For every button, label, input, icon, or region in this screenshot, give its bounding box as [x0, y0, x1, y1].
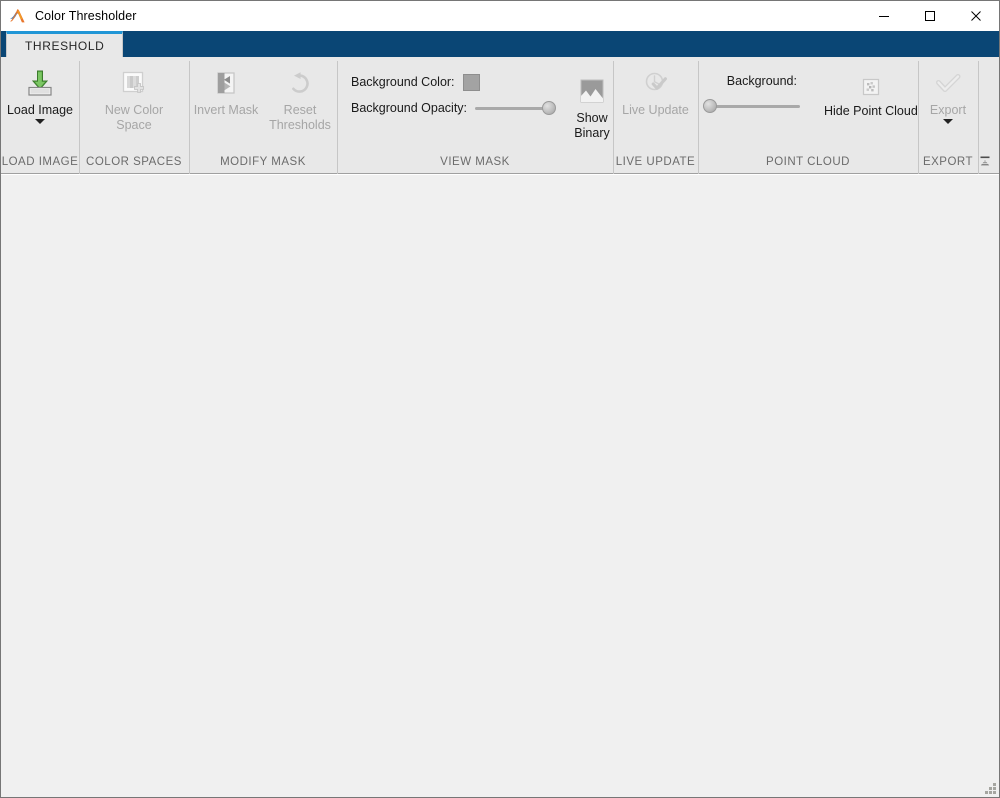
live-update-button[interactable]: Live Update — [617, 61, 695, 118]
ribbon-section-live-update: Live Update LIVE UPDATE — [613, 57, 698, 189]
resize-grip[interactable] — [983, 781, 997, 795]
new-color-space-icon — [118, 66, 150, 100]
background-opacity-row: Background Opacity: — [351, 95, 557, 121]
export-icon — [932, 66, 964, 100]
point-cloud-background-label-row: Background: — [704, 69, 820, 93]
application-window: Color Thresholder THRESHOLD Load Image L… — [0, 0, 1000, 798]
window-controls — [861, 1, 999, 31]
section-title-live-update: LIVE UPDATE — [615, 156, 696, 168]
background-color-row: Background Color: — [351, 69, 555, 95]
background-color-swatch[interactable] — [462, 73, 480, 91]
export-button[interactable]: Export — [919, 61, 977, 124]
background-opacity-slider[interactable] — [475, 100, 557, 116]
point-cloud-background-label: Background: — [726, 74, 797, 88]
ribbon-tab-strip: THRESHOLD — [1, 31, 999, 57]
load-image-dropdown-caret[interactable] — [35, 119, 45, 124]
hide-point-cloud-label: Hide Point Cloud — [823, 104, 918, 118]
slider-thumb[interactable] — [542, 101, 557, 115]
reset-thresholds-icon — [284, 66, 316, 100]
section-title-point-cloud: POINT CLOUD — [766, 156, 850, 168]
minimize-button[interactable] — [861, 1, 907, 31]
collapse-ribbon-button[interactable] — [977, 154, 993, 170]
close-button[interactable] — [953, 1, 999, 31]
matlab-membrane-icon — [9, 7, 27, 25]
reset-thresholds-button[interactable]: Reset Thresholds — [263, 61, 337, 133]
show-binary-icon — [577, 74, 607, 108]
point-cloud-icon — [861, 74, 881, 100]
maximize-button[interactable] — [907, 1, 953, 31]
hide-point-cloud-button[interactable]: Hide Point Cloud — [824, 69, 918, 118]
tab-threshold[interactable]: THRESHOLD — [6, 31, 124, 57]
ribbon-section-export: Export EXPORT — [918, 57, 978, 189]
image-canvas-area[interactable] — [1, 174, 999, 797]
ribbon-section-point-cloud: Background: Hide Point Cloud POINT CLOUD — [698, 57, 918, 189]
load-image-label: Load Image — [6, 103, 74, 117]
live-update-icon — [640, 66, 672, 100]
new-color-space-label: New Color Space — [104, 103, 164, 132]
ribbon-section-color-spaces: New Color Space COLOR SPACES — [79, 57, 189, 189]
tab-threshold-label: THRESHOLD — [25, 38, 105, 53]
collapse-ribbon-icon — [980, 156, 990, 166]
invert-mask-button[interactable]: Invert Mask — [189, 61, 263, 118]
ribbon-section-view-mask: Background Color: Background Opacity: Sh… — [337, 57, 613, 189]
section-title-color-spaces: COLOR SPACES — [86, 156, 182, 168]
ribbon-toolbar: Load Image LOAD IMAGE New Color Space CO… — [1, 57, 999, 189]
invert-mask-label: Invert Mask — [193, 103, 259, 117]
export-label: Export — [929, 103, 967, 117]
background-color-label: Background Color: — [351, 75, 455, 89]
ribbon-section-modify-mask: Invert Mask Reset Thresholds MODIFY MASK — [189, 57, 337, 189]
section-title-export: EXPORT — [922, 156, 974, 168]
ribbon-section-load-image: Load Image LOAD IMAGE — [1, 57, 79, 173]
section-title-load-image: LOAD IMAGE — [1, 156, 79, 168]
title-bar: Color Thresholder — [1, 1, 999, 31]
slider-track — [704, 105, 800, 108]
show-binary-button[interactable]: Show Binary — [571, 69, 613, 141]
section-title-modify-mask: MODIFY MASK — [220, 156, 306, 168]
show-binary-label: Show Binary — [574, 111, 610, 140]
load-image-button[interactable]: Load Image — [1, 61, 79, 124]
point-cloud-background-slider[interactable] — [703, 98, 800, 114]
live-update-label: Live Update — [622, 103, 689, 117]
slider-thumb[interactable] — [703, 99, 717, 113]
background-opacity-label: Background Opacity: — [351, 101, 468, 115]
export-dropdown-caret[interactable] — [943, 119, 953, 124]
window-title: Color Thresholder — [35, 9, 137, 23]
section-title-view-mask: VIEW MASK — [440, 156, 510, 168]
point-cloud-background-slider-row — [703, 93, 820, 119]
load-image-icon — [24, 66, 56, 100]
invert-mask-icon — [210, 66, 242, 100]
new-color-space-button[interactable]: New Color Space — [82, 61, 186, 133]
reset-thresholds-label: Reset Thresholds — [269, 103, 331, 132]
